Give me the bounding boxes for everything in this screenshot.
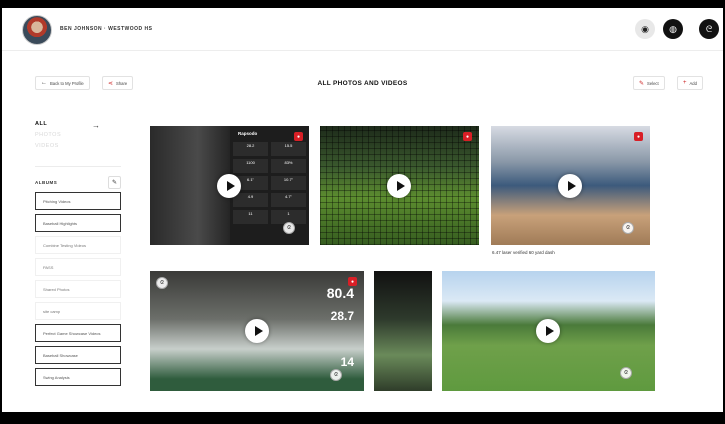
play-button[interactable]	[245, 319, 269, 343]
stat-value: 4.9	[233, 193, 268, 207]
filter-photos[interactable]: PHOTOS	[35, 132, 61, 138]
stat-value: 1100	[233, 159, 268, 173]
logo-icon[interactable]: ᘓ	[699, 19, 719, 39]
play-button[interactable]	[536, 319, 560, 343]
stat-value: 11	[233, 210, 268, 224]
compass-icon[interactable]: ◉	[635, 19, 655, 39]
album-pass[interactable]: PASS	[35, 258, 121, 276]
pencil-icon: ✎	[639, 80, 645, 87]
arrow-right-icon: →	[92, 121, 100, 130]
album-baseball-highlights[interactable]: Baseball Highlights	[35, 214, 121, 232]
play-icon	[254, 326, 263, 336]
add-label: Add	[689, 80, 697, 86]
stat-value: 10.7"	[271, 176, 306, 190]
globe-icon[interactable]: ◍	[663, 19, 683, 39]
media-tile[interactable]: ●	[320, 126, 479, 245]
bookmark-icon[interactable]: ●	[348, 277, 357, 286]
stat-value: 14	[340, 355, 354, 369]
media-caption: 6.47 laser verified 60 yard dash	[492, 250, 555, 255]
filter-videos[interactable]: VIDEOS	[35, 143, 59, 149]
top-bar: BEN JOHNSON · WESTWOOD HS ◉ ◍ ᘓ	[2, 8, 723, 51]
select-button[interactable]: ✎ Select	[633, 76, 665, 90]
stat-value: 4.7"	[271, 193, 306, 207]
play-icon	[567, 181, 576, 191]
page: BEN JOHNSON · WESTWOOD HS ◉ ◍ ᘓ ← Back t…	[2, 8, 723, 412]
play-button[interactable]	[558, 174, 582, 198]
album-perfect-game[interactable]: Perfect Game Showcase Videos	[35, 324, 121, 342]
page-title: ALL PHOTOS AND VIDEOS	[317, 80, 408, 87]
album-combine-testing[interactable]: Combine Testing Videos	[35, 236, 121, 254]
add-button[interactable]: + Add	[677, 76, 703, 90]
pencil-icon: ✎	[111, 180, 118, 186]
media-tile[interactable]	[374, 271, 432, 391]
albums-label: ALBUMS	[35, 180, 58, 185]
logo-icon: ᘓ	[620, 367, 632, 379]
media-tile[interactable]: 80.4 28.7 14 ᘓ ● ᘓ	[150, 271, 364, 391]
logo-icon: ᘓ	[622, 222, 634, 234]
album-pitching-videos[interactable]: Pitching Videos	[35, 192, 121, 210]
album-site-camp[interactable]: site camp	[35, 302, 121, 320]
play-icon	[396, 181, 405, 191]
bookmark-icon[interactable]: ●	[294, 132, 303, 141]
stat-value: 80.4	[326, 285, 354, 301]
logo-icon: ᘓ	[283, 222, 295, 234]
play-button[interactable]	[387, 174, 411, 198]
select-label: Select	[647, 80, 659, 86]
album-baseball-showcase[interactable]: Baseball Showcase	[35, 346, 121, 364]
bookmark-icon[interactable]: ●	[463, 132, 472, 141]
album-shared-photos[interactable]: Shared Photos	[35, 280, 121, 298]
media-tile[interactable]: Rapsodo 28.2 15.5 1100 83% 6.1" 10.7" 4.…	[150, 126, 309, 245]
stat-grid: 28.2 15.5 1100 83% 6.1" 10.7" 4.9 4.7" 1…	[233, 142, 306, 224]
logo-icon: ᘓ	[156, 277, 168, 289]
play-button[interactable]	[217, 174, 241, 198]
stat-value: 83%	[271, 159, 306, 173]
brand-label: Rapsodo	[238, 131, 258, 136]
logo-icon: ᘓ	[330, 369, 342, 381]
play-icon	[545, 326, 554, 336]
filter-all[interactable]: ALL	[35, 121, 47, 127]
divider	[35, 166, 121, 167]
stat-value: 15.5	[271, 142, 306, 156]
stat-value: 28.7	[330, 309, 354, 323]
bookmark-icon[interactable]: ●	[634, 132, 643, 141]
stat-value: 28.2	[233, 142, 268, 156]
media-tile[interactable]: ᘓ	[442, 271, 655, 391]
stats-panel: Rapsodo 28.2 15.5 1100 83% 6.1" 10.7" 4.…	[230, 126, 309, 245]
edit-albums-button[interactable]: ✎	[108, 176, 121, 189]
media-tile[interactable]: ● ᘓ	[491, 126, 650, 245]
album-swing-analysis[interactable]: Swing Analysis	[35, 368, 121, 386]
user-name: BEN JOHNSON · WESTWOOD HS	[60, 26, 153, 32]
play-icon	[226, 181, 235, 191]
plus-icon: +	[683, 80, 687, 86]
avatar[interactable]	[22, 15, 52, 45]
